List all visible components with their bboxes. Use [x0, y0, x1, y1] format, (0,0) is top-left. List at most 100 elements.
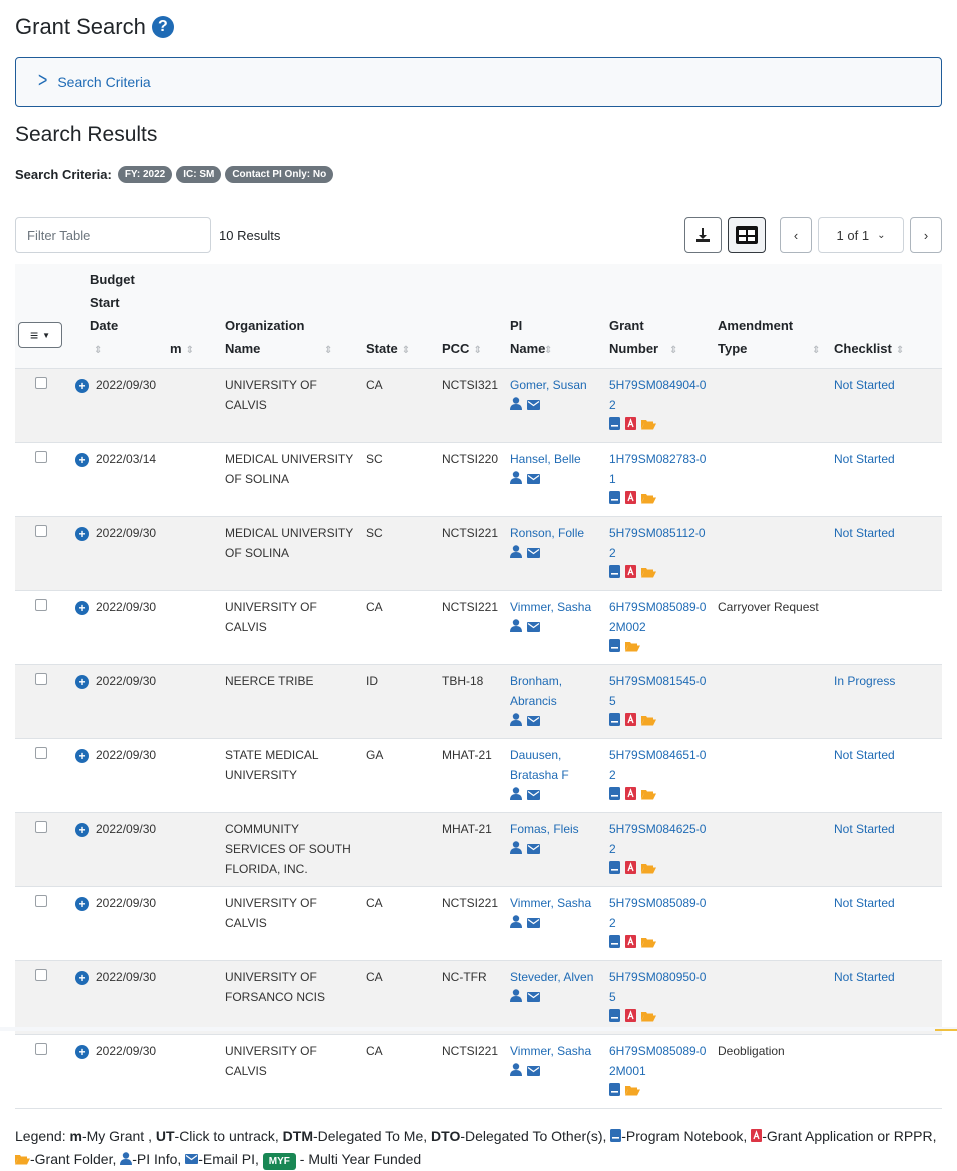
- grant-number-link[interactable]: 6H79SM085089-02M001: [609, 1044, 706, 1078]
- folder-open-icon[interactable]: [625, 1082, 640, 1102]
- checklist-status-link[interactable]: Not Started: [834, 378, 895, 392]
- envelope-icon[interactable]: [527, 914, 540, 934]
- user-icon[interactable]: [510, 618, 522, 638]
- pdf-icon[interactable]: [625, 564, 636, 584]
- sort-icon[interactable]: ⇕: [812, 345, 820, 356]
- download-button[interactable]: [684, 217, 722, 253]
- envelope-icon[interactable]: [527, 1062, 540, 1082]
- user-icon[interactable]: [510, 786, 522, 806]
- sort-icon[interactable]: ⇕: [402, 345, 410, 356]
- envelope-icon[interactable]: [527, 544, 540, 564]
- user-icon[interactable]: [510, 840, 522, 860]
- sort-icon[interactable]: ⇕: [473, 345, 481, 356]
- header-state[interactable]: State ⇕: [361, 264, 437, 369]
- envelope-icon[interactable]: [527, 396, 540, 416]
- header-grant-number[interactable]: Grant Number ⇕: [604, 264, 713, 369]
- expand-row-icon[interactable]: +: [75, 897, 89, 911]
- header-pcc[interactable]: PCC ⇕: [437, 264, 505, 369]
- header-budget-start-date[interactable]: Budget Start Date ⇕: [85, 264, 165, 369]
- grant-number-link[interactable]: 5H79SM085089-02: [609, 896, 706, 930]
- sort-icon[interactable]: ⇕: [544, 345, 552, 356]
- grant-number-link[interactable]: 5H79SM084651-02: [609, 748, 706, 782]
- grant-number-link[interactable]: 6H79SM085089-02M002: [609, 600, 706, 634]
- pi-name-link[interactable]: Fomas, Fleis: [510, 822, 579, 836]
- expand-row-icon[interactable]: +: [75, 601, 89, 615]
- envelope-icon[interactable]: [527, 988, 540, 1008]
- notebook-icon[interactable]: [609, 1008, 620, 1028]
- user-icon[interactable]: [510, 470, 522, 490]
- expand-row-icon[interactable]: +: [75, 379, 89, 393]
- folder-open-icon[interactable]: [641, 712, 656, 732]
- folder-open-icon[interactable]: [641, 934, 656, 954]
- notebook-icon[interactable]: [609, 490, 620, 510]
- row-checkbox[interactable]: [35, 969, 47, 981]
- notebook-icon[interactable]: [609, 1082, 620, 1102]
- table-layout-button[interactable]: [728, 217, 766, 253]
- header-pi-name[interactable]: PI Name⇕: [505, 264, 604, 369]
- pdf-icon[interactable]: [625, 934, 636, 954]
- row-checkbox[interactable]: [35, 525, 47, 537]
- row-checkbox[interactable]: [35, 673, 47, 685]
- pdf-icon[interactable]: [625, 786, 636, 806]
- checklist-status-link[interactable]: Not Started: [834, 452, 895, 466]
- row-checkbox[interactable]: [35, 747, 47, 759]
- header-checklist[interactable]: Checklist ⇕: [829, 264, 942, 369]
- header-organization-name[interactable]: Organization Name ⇕: [220, 264, 361, 369]
- pi-name-link[interactable]: Steveder, Alven: [510, 970, 593, 984]
- checklist-status-link[interactable]: Not Started: [834, 970, 895, 984]
- pi-name-link[interactable]: Vimmer, Sasha: [510, 1044, 591, 1058]
- expand-row-icon[interactable]: +: [75, 675, 89, 689]
- expand-row-icon[interactable]: +: [75, 527, 89, 541]
- notebook-icon[interactable]: [609, 860, 620, 880]
- folder-open-icon[interactable]: [641, 1008, 656, 1028]
- header-m[interactable]: m ⇕: [165, 264, 220, 369]
- prev-page-button[interactable]: ‹: [780, 217, 812, 253]
- user-icon[interactable]: [510, 712, 522, 732]
- row-checkbox[interactable]: [35, 377, 47, 389]
- notebook-icon[interactable]: [609, 786, 620, 806]
- page-select[interactable]: 1 of 1 ⌄: [818, 217, 904, 253]
- row-checkbox[interactable]: [35, 451, 47, 463]
- pi-name-link[interactable]: Dauusen, Bratasha F: [510, 748, 569, 782]
- next-page-button[interactable]: ›: [910, 217, 942, 253]
- expand-row-icon[interactable]: +: [75, 1045, 89, 1059]
- checklist-status-link[interactable]: In Progress: [834, 674, 895, 688]
- folder-open-icon[interactable]: [641, 490, 656, 510]
- folder-open-icon[interactable]: [641, 416, 656, 436]
- user-icon[interactable]: [510, 988, 522, 1008]
- pi-name-link[interactable]: Vimmer, Sasha: [510, 896, 591, 910]
- sort-icon[interactable]: ⇕: [94, 345, 102, 356]
- envelope-icon[interactable]: [527, 786, 540, 806]
- pdf-icon[interactable]: [625, 416, 636, 436]
- notebook-icon[interactable]: [609, 416, 620, 436]
- expand-row-icon[interactable]: +: [75, 453, 89, 467]
- checklist-status-link[interactable]: Not Started: [834, 896, 895, 910]
- expand-row-icon[interactable]: +: [75, 749, 89, 763]
- header-amendment-type[interactable]: Amendment Type ⇕: [713, 264, 829, 369]
- grant-number-link[interactable]: 5H79SM085112-02: [609, 526, 706, 560]
- filter-table-input[interactable]: [15, 217, 211, 253]
- grant-number-link[interactable]: 5H79SM080950-05: [609, 970, 706, 1004]
- grant-number-link[interactable]: 5H79SM084625-02: [609, 822, 706, 856]
- expand-row-icon[interactable]: +: [75, 823, 89, 837]
- pdf-icon[interactable]: [625, 490, 636, 510]
- notebook-icon[interactable]: [609, 934, 620, 954]
- envelope-icon[interactable]: [527, 712, 540, 732]
- envelope-icon[interactable]: [527, 618, 540, 638]
- question-circle-icon[interactable]: ?: [151, 16, 174, 38]
- grant-number-link[interactable]: 1H79SM082783-01: [609, 452, 706, 486]
- envelope-icon[interactable]: [527, 840, 540, 860]
- envelope-icon[interactable]: [527, 470, 540, 490]
- folder-open-icon[interactable]: [641, 786, 656, 806]
- user-icon[interactable]: [510, 914, 522, 934]
- notebook-icon[interactable]: [609, 712, 620, 732]
- sort-icon[interactable]: ⇕: [324, 345, 332, 356]
- checklist-status-link[interactable]: Not Started: [834, 748, 895, 762]
- notebook-icon[interactable]: [609, 638, 620, 658]
- row-checkbox[interactable]: [35, 1043, 47, 1055]
- sort-icon[interactable]: ⇕: [186, 345, 194, 356]
- folder-open-icon[interactable]: [641, 564, 656, 584]
- folder-open-icon[interactable]: [625, 638, 640, 658]
- pdf-icon[interactable]: [625, 1008, 636, 1028]
- grant-number-link[interactable]: 5H79SM081545-05: [609, 674, 706, 708]
